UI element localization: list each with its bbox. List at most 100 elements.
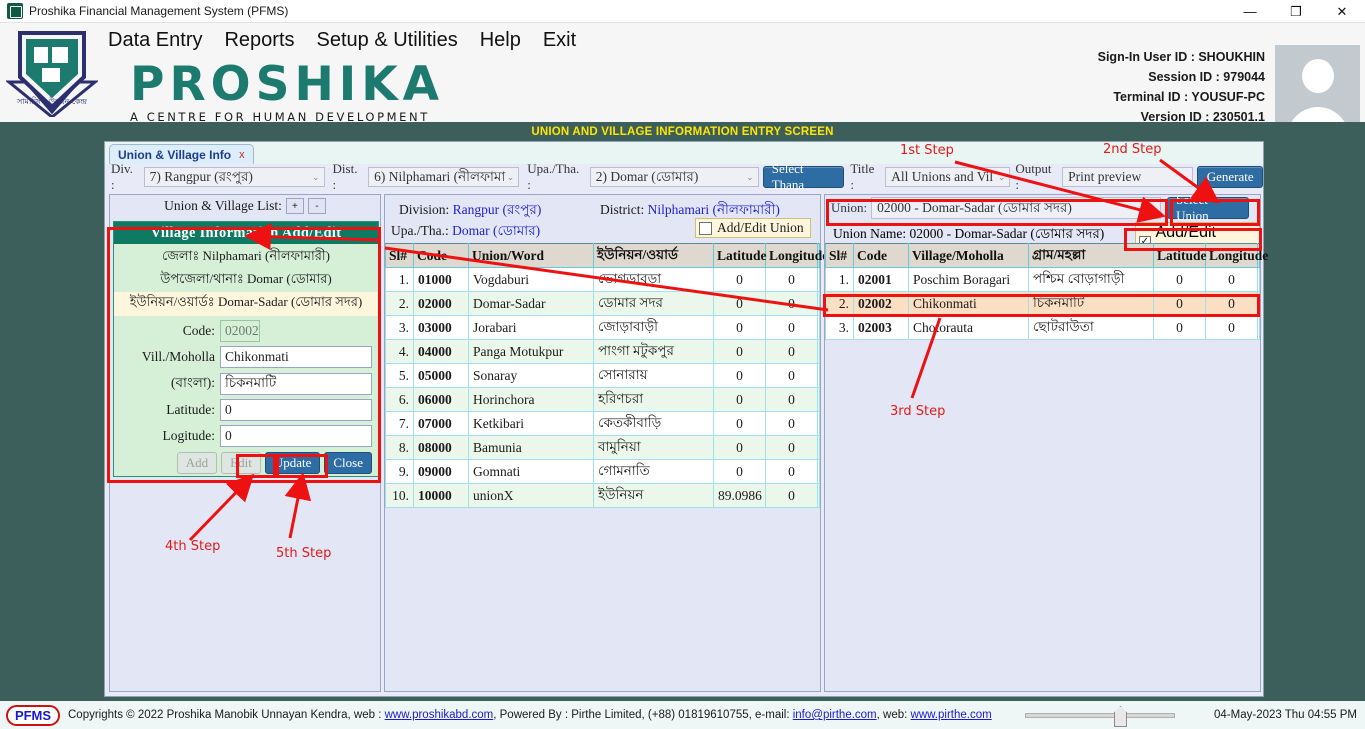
table-row[interactable]: 4. 04000 Panga Motukpur পাংগা মটুকপুর 0 0: [385, 339, 820, 364]
cell-col6: [817, 339, 820, 364]
cell-col4: 0: [713, 363, 766, 388]
cell-col6: [817, 459, 820, 484]
cell-col5: 0: [765, 483, 818, 508]
center-context-header: Division: Rangpur (রংপুর) District: Nilp…: [385, 195, 820, 243]
col-code[interactable]: Code: [853, 243, 909, 268]
maximize-button[interactable]: ❐: [1273, 0, 1319, 23]
minimize-button[interactable]: —: [1227, 0, 1273, 23]
zoom-slider[interactable]: [1025, 706, 1175, 727]
add-edit-union-label: Add/Edit Union: [717, 220, 804, 235]
cell-col1: 02003: [853, 315, 909, 340]
terminal-id: Terminal ID : YOUSUF-PC: [1113, 90, 1265, 104]
highlight-update-button: [276, 454, 328, 478]
col-union-bangla[interactable]: ইউনিয়ন/ওয়ার্ড: [593, 243, 714, 268]
cell-col3: পশ্চিম বোড়াগাড়ী: [1028, 267, 1154, 292]
chevron-down-icon: ⌄: [506, 172, 515, 182]
division-dropdown[interactable]: 7) Rangpur (রংপুর) ⌄: [143, 167, 325, 187]
cell-col2: Jorabari: [468, 315, 594, 340]
cell-col0: 1.: [825, 267, 854, 292]
menu-exit[interactable]: Exit: [543, 29, 576, 52]
annotation-step1: 1st Step: [900, 143, 954, 158]
title-value: All Unions and Vil: [891, 169, 994, 184]
union-grid-header: Sl# Code Union/Word ইউনিয়ন/ওয়ার্ড Lati…: [385, 243, 828, 268]
add-edit-union-toggle[interactable]: Add/Edit Union: [695, 218, 811, 239]
table-row[interactable]: 5. 05000 Sonaray সোনারায় 0 0: [385, 363, 820, 388]
add-edit-union-checkbox[interactable]: [699, 221, 712, 235]
menu-setup-utilities[interactable]: Setup & Utilities: [317, 29, 458, 52]
chevron-down-icon: ⌄: [746, 172, 754, 182]
col-latitude[interactable]: Latitude: [713, 243, 767, 268]
generate-button[interactable]: Generate: [1197, 166, 1264, 188]
proshika-web-link[interactable]: www.proshikabd.com: [385, 709, 494, 721]
table-row[interactable]: 1. 02001 Poschim Boragari পশ্চিম বোড়াগাড়ী…: [825, 267, 1260, 292]
cell-col5: 0: [765, 267, 818, 292]
output-dropdown[interactable]: Print preview ⌄: [1062, 167, 1194, 187]
expand-all-button[interactable]: +: [285, 198, 304, 214]
cell-col4: 0: [713, 411, 766, 436]
table-row[interactable]: 8. 08000 Bamunia বামুনিয়া 0 0: [385, 435, 820, 460]
cell-col0: 7.: [385, 411, 414, 436]
cell-col1: 02001: [853, 267, 909, 292]
title-label: Title :: [850, 161, 875, 192]
zoom-slider-thumb[interactable]: [1114, 706, 1127, 727]
cell-col6: [817, 483, 820, 508]
menu-help[interactable]: Help: [480, 29, 521, 52]
pirthe-email-link[interactable]: info@pirthe.com: [793, 709, 877, 721]
cell-col4: 0: [713, 291, 766, 316]
cell-col4: 0: [713, 459, 766, 484]
district-value: 6) Nilphamari (নীলফামা: [374, 168, 506, 184]
cell-col1: 10000: [413, 483, 469, 508]
tab-close-icon[interactable]: x: [239, 149, 245, 161]
annotation-step3: 3rd Step: [890, 404, 946, 419]
col-union-name[interactable]: Union/Word: [468, 243, 594, 268]
cell-col4: 0: [713, 435, 766, 460]
cell-col0: 3.: [385, 315, 414, 340]
select-thana-button[interactable]: Select Thana: [762, 161, 845, 192]
window-title: Proshika Financial Management System (PF…: [29, 4, 289, 18]
center-upazila: Upa./Tha.: Domar (ডোমার): [391, 220, 540, 243]
district-label: District:: [600, 202, 645, 217]
union-name-label: Union Name:: [833, 226, 907, 241]
cell-col2: Bamunia: [468, 435, 594, 460]
close-button[interactable]: ✕: [1319, 0, 1365, 23]
table-row[interactable]: 10. 10000 unionX ইউনিয়ন 89.0986 0: [385, 483, 820, 508]
menu-reports[interactable]: Reports: [224, 29, 294, 52]
col-longitude[interactable]: Longitude: [765, 243, 828, 268]
col-sl[interactable]: Sl#: [385, 243, 414, 268]
menu-data-entry[interactable]: Data Entry: [108, 29, 202, 52]
col-village-name[interactable]: Village/Moholla: [908, 243, 1029, 268]
cell-col1: 02000: [413, 291, 469, 316]
union-village-list-label: Union & Village List:: [164, 198, 282, 213]
division-value-text: Rangpur (রংপুর): [452, 202, 542, 217]
cell-col3: কেতকীবাড়ি: [593, 411, 714, 436]
cell-col5: 0: [765, 411, 818, 436]
upazila-dropdown[interactable]: 2) Domar (ডোমার) ⌄: [589, 167, 759, 187]
annotation-step5: 5th Step: [276, 546, 332, 561]
table-row[interactable]: 1. 01000 Vogdaburi ভোগডাবুড়া 0 0: [385, 267, 820, 292]
upa-label-text: Upa./Tha.:: [391, 223, 449, 238]
cell-col2: Vogdaburi: [468, 267, 594, 292]
district-dropdown[interactable]: 6) Nilphamari (নীলফামা ⌄: [368, 167, 520, 187]
cell-col2: Sonaray: [468, 363, 594, 388]
pirthe-web-link[interactable]: www.pirthe.com: [911, 709, 992, 721]
table-row[interactable]: 9. 09000 Gomnati গোমনাতি 0 0: [385, 459, 820, 484]
table-row[interactable]: 7. 07000 Ketkibari কেতকীবাড়ি 0 0: [385, 411, 820, 436]
table-row[interactable]: 3. 03000 Jorabari জোড়াবাড়ী 0 0: [385, 315, 820, 340]
cell-col4: 0: [713, 315, 766, 340]
table-row[interactable]: 2. 02000 Domar-Sadar ডোমার সদর 0 0: [385, 291, 820, 316]
right-panel: Union: 02000 - Domar-Sadar (ডোমার সদর) ⌄…: [824, 192, 1268, 692]
collapse-all-button[interactable]: -: [307, 198, 326, 214]
table-row[interactable]: 6. 06000 Horinchora হরিণচরা 0 0: [385, 387, 820, 412]
signin-user-id: Sign-In User ID : SHOUKHIN: [1097, 50, 1265, 64]
table-row[interactable]: 3. 02003 Chotorauta ছোটরাউতা 0 0: [825, 315, 1260, 340]
copyright-mid: , Powered By : Pirthe Limited, (+88) 018…: [493, 709, 793, 721]
cell-col5: 0: [765, 315, 818, 340]
cell-col6: [1257, 315, 1260, 340]
highlight-select-union-btn: [1170, 199, 1260, 226]
col-code[interactable]: Code: [413, 243, 469, 268]
col-sl[interactable]: Sl#: [825, 243, 854, 268]
cell-col1: 09000: [413, 459, 469, 484]
output-label: Output :: [1015, 161, 1052, 192]
pfms-badge: PFMS: [6, 704, 60, 726]
title-dropdown[interactable]: All Unions and Vil ⌄: [885, 167, 1011, 187]
